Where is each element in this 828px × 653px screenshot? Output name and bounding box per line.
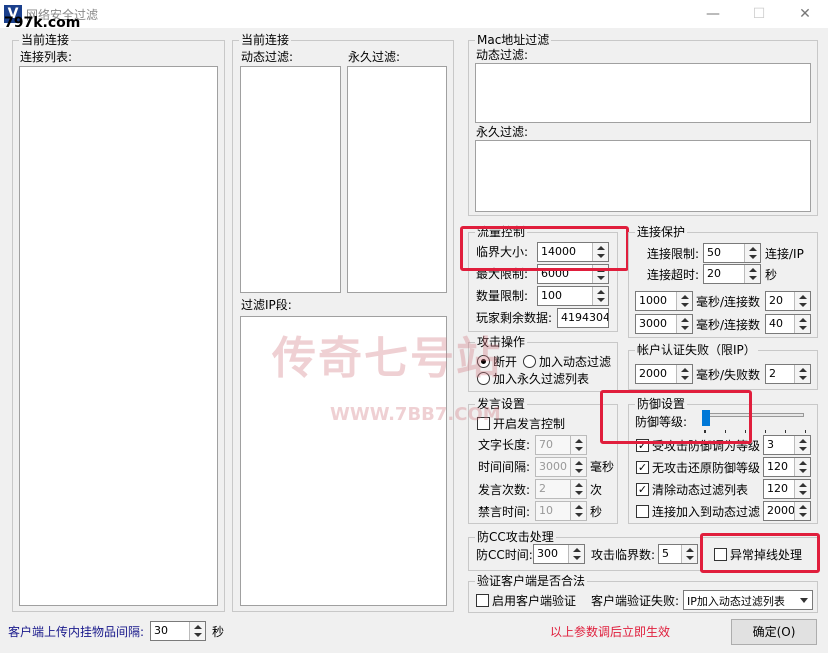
defense-clear-input[interactable]: 120 — [763, 479, 811, 499]
auth-ms-input[interactable]: 2000 — [635, 364, 693, 384]
remain-data-input[interactable]: 41943040 — [557, 308, 609, 328]
conn-limit-unit: 连接/IP — [765, 247, 804, 261]
connection-list[interactable] — [19, 66, 218, 606]
verify-fail-select[interactable]: IP加入动态过滤列表 — [683, 590, 813, 610]
abnormal-highlight — [700, 533, 820, 573]
cc-thresh-label: 攻击临界数: — [591, 548, 656, 562]
defense-attack-level-input[interactable]: 3 — [763, 435, 811, 455]
verify-group-label: 验证客户端是否合法 — [475, 574, 588, 588]
defense-join-input[interactable]: 2000 — [763, 501, 811, 521]
attack-dynamic-radio[interactable] — [523, 355, 536, 368]
defense-restore-checkbox[interactable] — [636, 461, 649, 474]
threshold-highlight — [460, 226, 629, 271]
mac-permanent-list[interactable] — [475, 140, 811, 212]
speech-len-label: 文字长度: — [478, 438, 531, 452]
cc-group-label: 防CC攻击处理 — [475, 530, 556, 544]
ip-segment-label: 过滤IP段: — [241, 298, 292, 312]
protect-group-label: 连接保护 — [635, 225, 688, 239]
upload-interval-input[interactable]: 30 — [150, 621, 206, 641]
speech-times-input[interactable]: 2 — [535, 479, 587, 499]
count-limit-input[interactable]: 100 — [537, 286, 609, 306]
auth-group-label: 帐户认证失败（限IP） — [635, 343, 758, 357]
cc-thresh-input[interactable]: 5 — [658, 544, 698, 564]
conn-timeout-label: 连接超时: — [647, 268, 700, 282]
mac-dynamic-label: 动态过滤: — [476, 48, 529, 62]
upload-interval-unit: 秒 — [212, 625, 225, 639]
cc-time-label: 防CC时间: — [476, 548, 533, 562]
connection-list-label: 连接列表: — [20, 50, 73, 64]
upload-interval-label: 客户端上传内挂物品间隔: — [8, 625, 145, 639]
mac-dynamic-list[interactable] — [475, 63, 811, 123]
speech-interval-unit: 毫秒 — [590, 460, 615, 474]
verify-fail-label: 客户端验证失败: — [591, 594, 680, 608]
speech-times-unit: 次 — [590, 483, 603, 497]
defense-restore-label: 无攻击还原防御等级 — [652, 461, 761, 475]
conn-limit-label: 连接限制: — [647, 247, 700, 261]
conn-limit-input[interactable]: 50 — [703, 243, 761, 263]
protect-row2-ms-input[interactable]: 3000 — [635, 314, 693, 334]
defense-clear-label: 清除动态过滤列表 — [652, 483, 749, 497]
notice-text: 以上参数调后立即生效 — [550, 625, 671, 639]
filter-group-label: 当前连接 — [239, 33, 292, 47]
conn-timeout-unit: 秒 — [765, 268, 778, 282]
watermark-url: WWW.7BB7.COM — [330, 404, 501, 425]
attack-dynamic-label: 加入动态过滤 — [539, 355, 612, 369]
speech-interval-input[interactable]: 3000 — [535, 457, 587, 477]
speech-ban-unit: 秒 — [590, 505, 603, 519]
speech-ban-input[interactable]: 10 — [535, 501, 587, 521]
mac-permanent-label: 永久过滤: — [476, 125, 529, 139]
protect-row1-count-input[interactable]: 20 — [765, 291, 811, 311]
count-limit-label: 数量限制: — [476, 289, 529, 303]
dynamic-filter-list[interactable] — [240, 66, 341, 293]
protect-row2-count-input[interactable]: 40 — [765, 314, 811, 334]
protect-row1-unit: 毫秒/连接数 — [696, 295, 761, 309]
connection-group-label: 当前连接 — [19, 33, 72, 47]
speech-interval-label: 时间间隔: — [478, 460, 531, 474]
maximize-icon: ☐ — [752, 6, 766, 22]
defense-join-label: 连接加入到动态过滤 — [652, 505, 761, 519]
defense-join-checkbox[interactable] — [636, 505, 649, 518]
verify-enable-label: 启用客户端验证 — [492, 594, 577, 608]
protect-row1-ms-input[interactable]: 1000 — [635, 291, 693, 311]
conn-timeout-input[interactable]: 20 — [703, 264, 761, 284]
auth-unit: 毫秒/失败数 — [696, 368, 761, 382]
defense-restore-input[interactable]: 120 — [763, 457, 811, 477]
attack-permanent-label: 加入永久过滤列表 — [493, 372, 590, 386]
protect-row2-unit: 毫秒/连接数 — [696, 318, 761, 332]
watermark-text: 传奇七号站 — [272, 333, 502, 384]
close-icon[interactable]: ✕ — [782, 0, 828, 28]
ok-button[interactable]: 确定(O) — [731, 619, 817, 645]
defense-clear-checkbox[interactable] — [636, 483, 649, 496]
defense-highlight — [600, 390, 752, 444]
auth-count-input[interactable]: 2 — [765, 364, 811, 384]
speech-times-label: 发言次数: — [478, 483, 531, 497]
verify-enable-checkbox[interactable] — [476, 594, 489, 607]
permanent-filter-label: 永久过滤: — [348, 50, 401, 64]
cc-time-input[interactable]: 300 — [533, 544, 585, 564]
mac-group-label: Mac地址过滤 — [475, 33, 552, 47]
minimize-icon[interactable]: — — [690, 0, 736, 28]
speech-len-input[interactable]: 70 — [535, 435, 587, 455]
speech-enable-label: 开启发言控制 — [493, 417, 566, 431]
speech-ban-label: 禁言时间: — [478, 505, 531, 519]
dynamic-filter-label: 动态过滤: — [241, 50, 294, 64]
site-watermark: 797k.com — [4, 15, 81, 31]
permanent-filter-list[interactable] — [347, 66, 447, 293]
